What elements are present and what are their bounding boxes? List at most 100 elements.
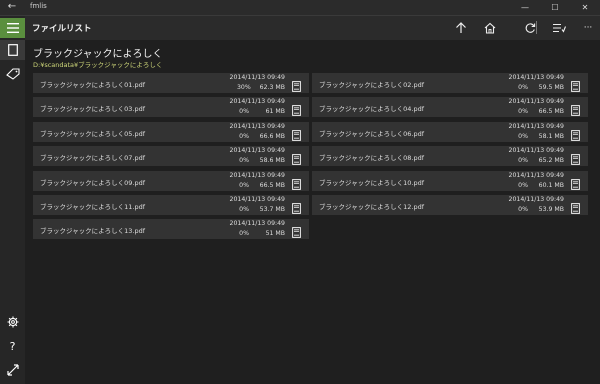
- read-progress: 0%: [518, 181, 528, 189]
- settings-gear-icon[interactable]: [0, 312, 25, 332]
- file-icon[interactable]: [0, 40, 25, 60]
- file-size: 62.3 MB: [259, 84, 285, 91]
- file-name: ブラックジャックによろしく10.pdf: [319, 178, 425, 187]
- file-name: ブラックジャックによろしく06.pdf: [319, 129, 425, 138]
- book-icon[interactable]: [292, 126, 301, 141]
- file-name: ブラックジャックによろしく13.pdf: [40, 227, 146, 236]
- file-size: 66.6 MB: [259, 132, 285, 140]
- read-progress: 0%: [239, 206, 249, 213]
- file-tile[interactable]: ブラックジャックによろしく09.pdf 2014/11/13 09:49 0% 66.…: [33, 170, 309, 191]
- read-progress: 0%: [239, 108, 249, 116]
- file-name: ブラックジャックによろしく12.pdf: [319, 203, 425, 211]
- file-size: 66.5 MB: [538, 108, 564, 116]
- read-progress: 0%: [518, 108, 528, 116]
- file-size: 58.6 MB: [259, 157, 285, 165]
- file-date: 2014/11/13 09:49: [508, 74, 564, 81]
- file-tile[interactable]: ブラックジャックによろしく12.pdf 2014/11/13 09:49 0% 53.…: [312, 195, 588, 215]
- file-size: 53.9 MB: [538, 206, 564, 213]
- book-icon[interactable]: [292, 175, 301, 190]
- file-date: 2014/11/13 09:49: [229, 98, 285, 106]
- file-date: 2014/11/13 09:49: [229, 122, 285, 130]
- page-title: ファイルリスト: [32, 24, 92, 34]
- read-progress: 0%: [518, 84, 528, 91]
- read-progress: 0%: [518, 132, 528, 140]
- more-icon[interactable]: ···: [580, 20, 596, 36]
- file-name: ブラックジャックによろしく08.pdf: [319, 154, 425, 163]
- folder-path: D:¥scandata¥ブラックジャックによろしく: [33, 61, 163, 69]
- file-size: 60.1 MB: [538, 181, 564, 189]
- file-tile[interactable]: ブラックジャックによろしく11.pdf 2014/11/13 09:49 0% 53.…: [33, 195, 309, 215]
- book-icon[interactable]: [571, 175, 580, 190]
- back-arrow-icon[interactable]: ←: [6, 1, 18, 13]
- tag-icon[interactable]: [0, 64, 25, 84]
- file-size: 59.5 MB: [538, 84, 564, 91]
- file-tile[interactable]: ブラックジャックによろしく13.pdf 2014/11/13 09:49 0% 51 …: [33, 219, 309, 240]
- page-header: ファイルリスト ···: [25, 16, 600, 40]
- list-settings-icon[interactable]: [551, 20, 567, 36]
- book-icon[interactable]: [571, 126, 580, 141]
- book-icon[interactable]: [292, 77, 301, 92]
- file-tile[interactable]: ブラックジャックによろしく10.pdf 2014/11/13 09:49 0% 60.…: [312, 170, 588, 191]
- file-date: 2014/11/13 09:49: [508, 98, 564, 106]
- file-tile[interactable]: ブラックジャックによろしく03.pdf 2014/11/13 09:49 0% 61 …: [33, 97, 309, 118]
- file-tile[interactable]: ブラックジャックによろしく02.pdf 2014/11/13 09:49 0% 59.…: [312, 73, 588, 93]
- read-progress: 0%: [239, 157, 249, 165]
- file-date: 2014/11/13 09:49: [508, 171, 564, 179]
- file-tile[interactable]: ブラックジャックによろしく04.pdf 2014/11/13 09:49 0% 66.…: [312, 97, 588, 118]
- window-titlebar: ← fmlis — ☐ ✕: [0, 0, 600, 16]
- book-icon[interactable]: [571, 199, 580, 214]
- file-size: 53.7 MB: [259, 206, 285, 213]
- window-title: fmlis: [30, 2, 47, 10]
- file-name: ブラックジャックによろしく05.pdf: [40, 129, 146, 138]
- file-date: 2014/11/13 09:49: [229, 74, 285, 81]
- file-size: 58.1 MB: [538, 132, 564, 140]
- arrow-up-icon[interactable]: [453, 20, 469, 36]
- file-name: ブラックジャックによろしく07.pdf: [40, 154, 146, 163]
- read-progress: 0%: [518, 206, 528, 213]
- folder-title: ブラックジャックによろしく: [33, 49, 163, 60]
- file-date: 2014/11/13 09:49: [229, 147, 285, 155]
- file-tile[interactable]: ブラックジャックによろしく06.pdf 2014/11/13 09:49 0% 58.…: [312, 121, 588, 142]
- read-progress: 0%: [518, 157, 528, 165]
- hamburger-menu-icon[interactable]: [0, 18, 25, 38]
- file-date: 2014/11/13 09:49: [229, 196, 285, 203]
- file-name: ブラックジャックによろしく02.pdf: [319, 81, 425, 89]
- book-icon[interactable]: [571, 77, 580, 92]
- file-date: 2014/11/13 09:49: [508, 196, 564, 203]
- file-name: ブラックジャックによろしく03.pdf: [40, 105, 146, 114]
- home-icon[interactable]: [482, 20, 498, 36]
- read-progress: 0%: [239, 132, 249, 140]
- file-name: ブラックジャックによろしく11.pdf: [40, 203, 146, 211]
- file-tile[interactable]: ブラックジャックによろしく01.pdf 2014/11/13 09:49 30% 62…: [33, 73, 309, 93]
- book-icon[interactable]: [292, 101, 301, 117]
- file-tile[interactable]: ブラックジャックによろしく05.pdf 2014/11/13 09:49 0% 66.…: [33, 121, 309, 142]
- book-icon[interactable]: [292, 223, 301, 239]
- book-icon[interactable]: [292, 150, 301, 166]
- read-progress: 30%: [237, 84, 251, 91]
- file-size: 66.5 MB: [259, 181, 285, 189]
- file-size: 61 MB: [265, 108, 285, 116]
- expand-arrows-icon[interactable]: [0, 360, 25, 380]
- file-name: ブラックジャックによろしく01.pdf: [40, 81, 146, 89]
- refresh-icon[interactable]: [522, 20, 538, 36]
- file-date: 2014/11/13 09:49: [229, 171, 285, 179]
- maximize-button[interactable]: ☐: [540, 0, 570, 15]
- minimize-button[interactable]: —: [510, 0, 540, 15]
- book-icon[interactable]: [571, 101, 580, 117]
- help-question-icon[interactable]: ?: [0, 336, 25, 356]
- file-date: 2014/11/13 09:49: [508, 122, 564, 130]
- file-tile[interactable]: ブラックジャックによろしく08.pdf 2014/11/13 09:49 0% 65.…: [312, 146, 588, 167]
- close-button[interactable]: ✕: [570, 0, 600, 15]
- read-progress: 0%: [239, 230, 249, 238]
- read-progress: 0%: [239, 181, 249, 189]
- file-date: 2014/11/13 09:49: [508, 147, 564, 155]
- file-date: 2014/11/13 09:49: [229, 220, 285, 228]
- file-tile[interactable]: ブラックジャックによろしく07.pdf 2014/11/13 09:49 0% 58.…: [33, 146, 309, 167]
- sidebar: ?: [0, 16, 25, 384]
- file-name: ブラックジャックによろしく04.pdf: [319, 105, 425, 114]
- file-name: ブラックジャックによろしく09.pdf: [40, 178, 146, 187]
- book-icon[interactable]: [292, 199, 301, 214]
- file-size: 65.2 MB: [538, 157, 564, 165]
- file-size: 51 MB: [265, 230, 285, 238]
- book-icon[interactable]: [571, 150, 580, 166]
